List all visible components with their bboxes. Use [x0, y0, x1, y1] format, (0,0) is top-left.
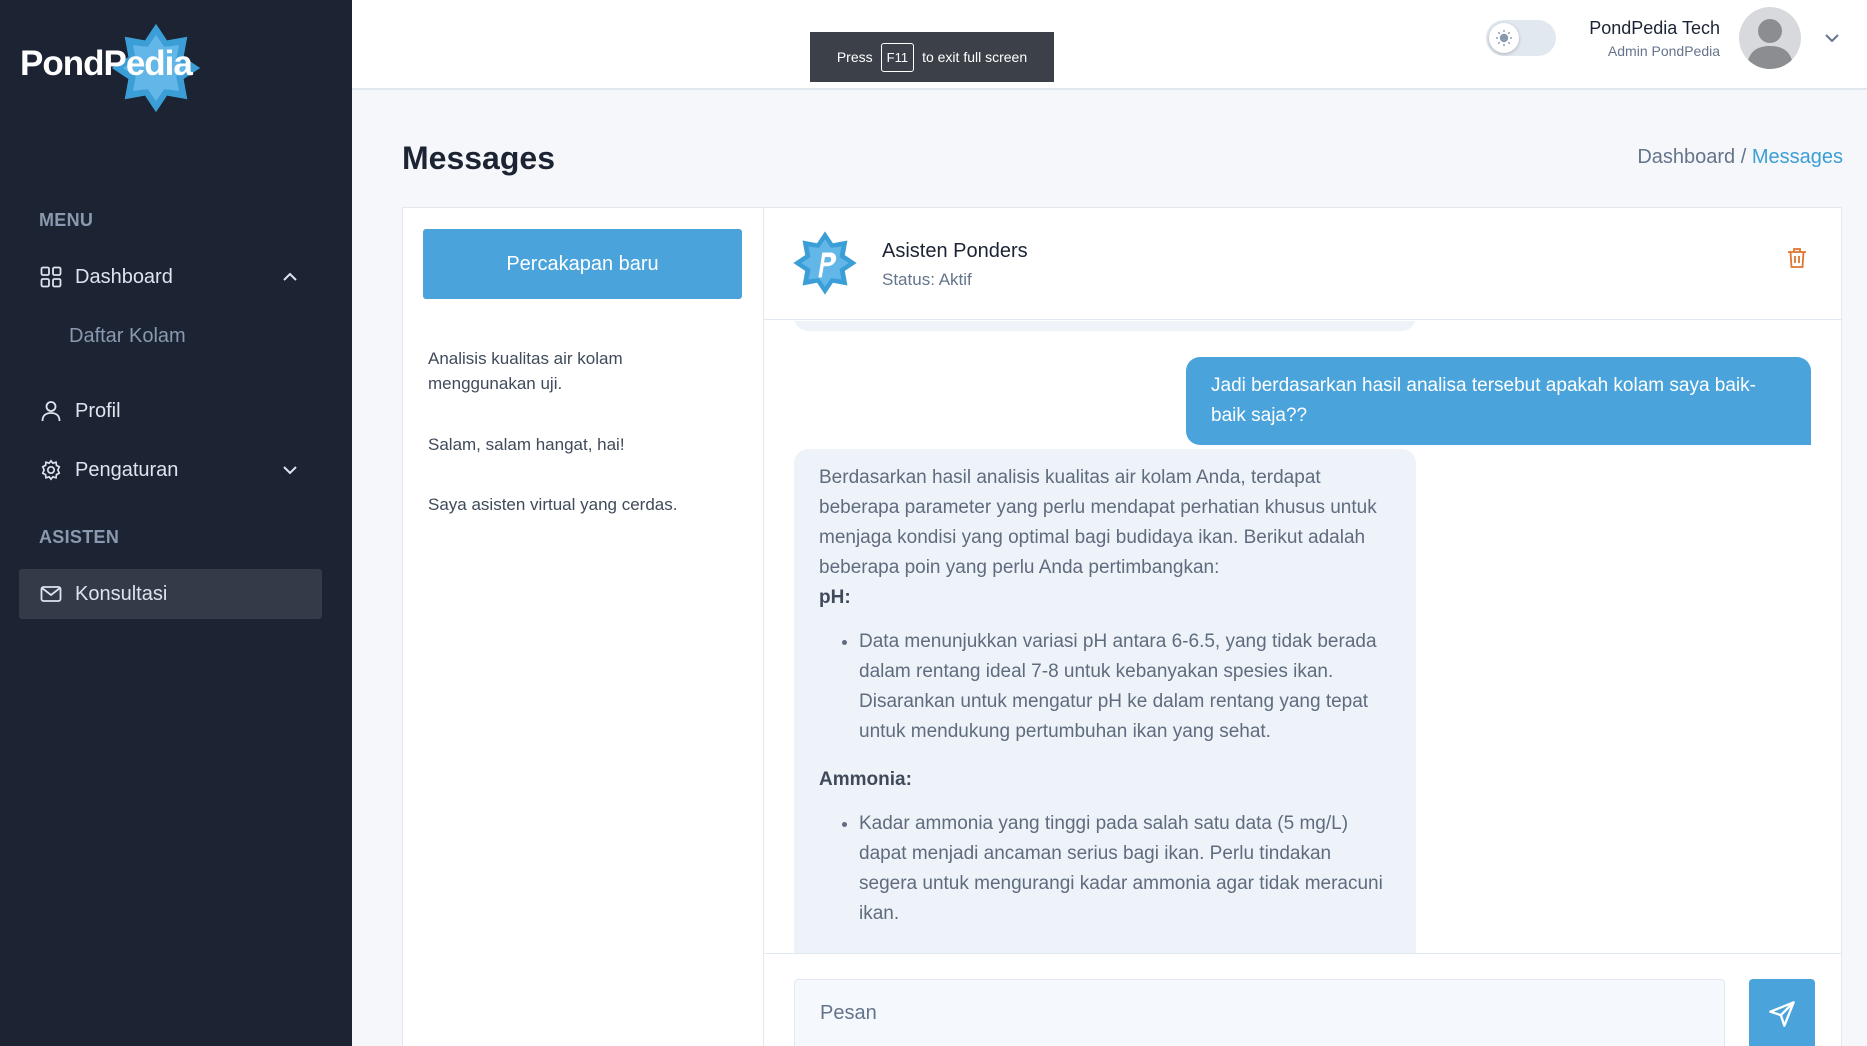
sidebar-item-label: Konsultasi: [75, 582, 168, 605]
avatar-silhouette-icon: [1747, 19, 1793, 69]
bot-message-intro: Berdasarkan hasil analisis kualitas air …: [819, 467, 1377, 578]
logo-text: PondPedia: [20, 44, 193, 83]
chat-messages[interactable]: Jadi berdasarkan hasil analisa tersebut …: [764, 321, 1841, 961]
top-header: Press F11 to exit full screen PondPedia …: [352, 0, 1867, 90]
send-icon: [1769, 1000, 1795, 1027]
fullscreen-notice-press: Press: [836, 49, 873, 65]
page-title: Messages: [402, 140, 555, 176]
sidebar-subitem-daftar-kolam[interactable]: Daftar Kolam: [69, 325, 186, 348]
conversation-item[interactable]: Salam, salam hangat, hai!: [428, 432, 728, 457]
bot-avatar-icon: [793, 231, 857, 295]
message-input[interactable]: [794, 979, 1725, 1046]
mail-icon: [39, 582, 63, 606]
bot-message-ph-point: Data menunjukkan variasi pH antara 6-6.5…: [859, 627, 1391, 747]
gear-icon: [39, 458, 63, 482]
chevron-down-icon: [283, 466, 297, 475]
user-role: Admin PondPedia: [1607, 43, 1720, 59]
conversation-item[interactable]: Analisis kualitas air kolam menggunakan …: [428, 346, 728, 396]
sidebar-item-pengaturan[interactable]: Pengaturan: [19, 445, 322, 495]
sidebar: PondPedia MENU Dashboard Daftar Kolam Pr…: [0, 0, 352, 1046]
bot-message-bubble: Berdasarkan hasil analisis kualitas air …: [794, 449, 1416, 961]
sun-icon: [1496, 30, 1512, 46]
chevron-up-icon: [283, 272, 297, 281]
bot-name: Asisten Ponders: [882, 240, 1028, 262]
bot-status: Status: Aktif: [882, 270, 972, 289]
sidebar-item-dashboard[interactable]: Dashboard: [19, 252, 322, 302]
fullscreen-notice-key: F11: [880, 42, 915, 72]
bot-message-ph-list: Data menunjukkan variasi pH antara 6-6.5…: [819, 627, 1391, 747]
previous-bot-message-bubble: [794, 321, 1416, 331]
avatar[interactable]: [1739, 7, 1801, 69]
toggle-knob: [1489, 23, 1519, 53]
chat-header: Asisten Ponders Status: Aktif: [764, 208, 1841, 320]
sidebar-item-profil[interactable]: Profil: [19, 386, 322, 436]
conversation-item[interactable]: Saya asisten virtual yang cerdas.: [428, 492, 728, 517]
grid-icon: [39, 265, 63, 289]
new-conversation-button[interactable]: Percakapan baru: [423, 229, 742, 299]
sidebar-item-label: Pengaturan: [75, 458, 179, 481]
conversation-list: Percakapan baru Analisis kualitas air ko…: [403, 208, 764, 1046]
send-button[interactable]: [1749, 979, 1815, 1046]
dark-mode-toggle[interactable]: [1486, 20, 1556, 56]
bot-message-ammonia-heading: Ammonia:: [819, 769, 912, 790]
sidebar-item-label: Profil: [75, 399, 121, 422]
user-name: PondPedia Tech: [1589, 18, 1720, 38]
asisten-heading: ASISTEN: [39, 527, 120, 547]
pondpedia-logo[interactable]: PondPedia: [20, 20, 201, 113]
fullscreen-notice-text: to exit full screen: [922, 49, 1028, 65]
chat-card: Percakapan baru Analisis kualitas air ko…: [402, 207, 1842, 1046]
bot-message-ph-heading: pH:: [819, 587, 851, 608]
trash-icon[interactable]: [1785, 246, 1809, 270]
sidebar-item-konsultasi[interactable]: Konsultasi: [19, 569, 322, 619]
user-message-bubble: Jadi berdasarkan hasil analisa tersebut …: [1186, 357, 1811, 445]
breadcrumb-current: Messages: [1751, 146, 1843, 168]
bot-message-ammonia-point: Kadar ammonia yang tinggi pada salah sat…: [859, 809, 1391, 929]
user-menu-chevron-down-icon[interactable]: [1822, 28, 1842, 48]
fullscreen-notice: Press F11 to exit full screen: [810, 32, 1054, 82]
menu-heading: MENU: [39, 210, 94, 230]
user-icon: [39, 399, 63, 423]
chat-input-area: [764, 953, 1841, 1046]
breadcrumb: Dashboard / Messages: [1637, 146, 1843, 169]
breadcrumb-dashboard-link[interactable]: Dashboard /: [1637, 146, 1746, 168]
sidebar-item-label: Dashboard: [75, 265, 173, 288]
bot-message-ammonia-list: Kadar ammonia yang tinggi pada salah sat…: [819, 809, 1391, 929]
